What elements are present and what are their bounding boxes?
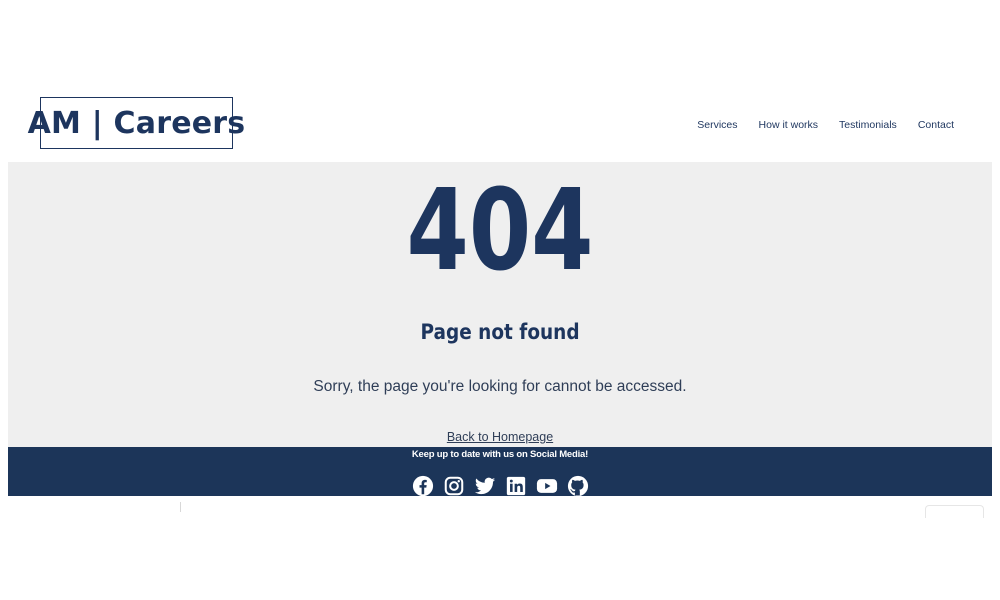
back-link-container: Back to Homepage (8, 429, 992, 445)
nav-link-contact[interactable]: Contact (918, 119, 954, 131)
twitter-icon[interactable] (474, 475, 496, 497)
footer-text: Keep up to date with us on Social Media! (411, 449, 589, 460)
github-icon[interactable] (567, 475, 589, 497)
back-to-homepage-link[interactable]: Back to Homepage (447, 430, 553, 444)
nav-link-testimonials[interactable]: Testimonials (839, 119, 897, 131)
divider (180, 502, 181, 512)
floating-widget-tab[interactable] (925, 505, 984, 518)
error-section: 404 Page not found Sorry, the page you'r… (8, 162, 992, 447)
footer: Keep up to date with us on Social Media! (8, 447, 992, 497)
youtube-icon[interactable] (536, 475, 558, 497)
error-code: 404 (406, 166, 594, 296)
instagram-icon[interactable] (443, 475, 465, 497)
nav-link-services[interactable]: Services (697, 119, 737, 131)
navbar: AM | Careers Services How it works Testi… (0, 0, 1000, 162)
error-message: Sorry, the page you're looking for canno… (313, 378, 687, 395)
logo[interactable]: AM | Careers (28, 97, 245, 149)
facebook-icon[interactable] (412, 475, 434, 497)
linkedin-icon[interactable] (505, 475, 527, 497)
nav-link-how-it-works[interactable]: How it works (759, 119, 819, 131)
nav-links: Services How it works Testimonials Conta… (697, 119, 954, 131)
social-links (8, 475, 992, 497)
error-title: Page not found (420, 320, 580, 344)
